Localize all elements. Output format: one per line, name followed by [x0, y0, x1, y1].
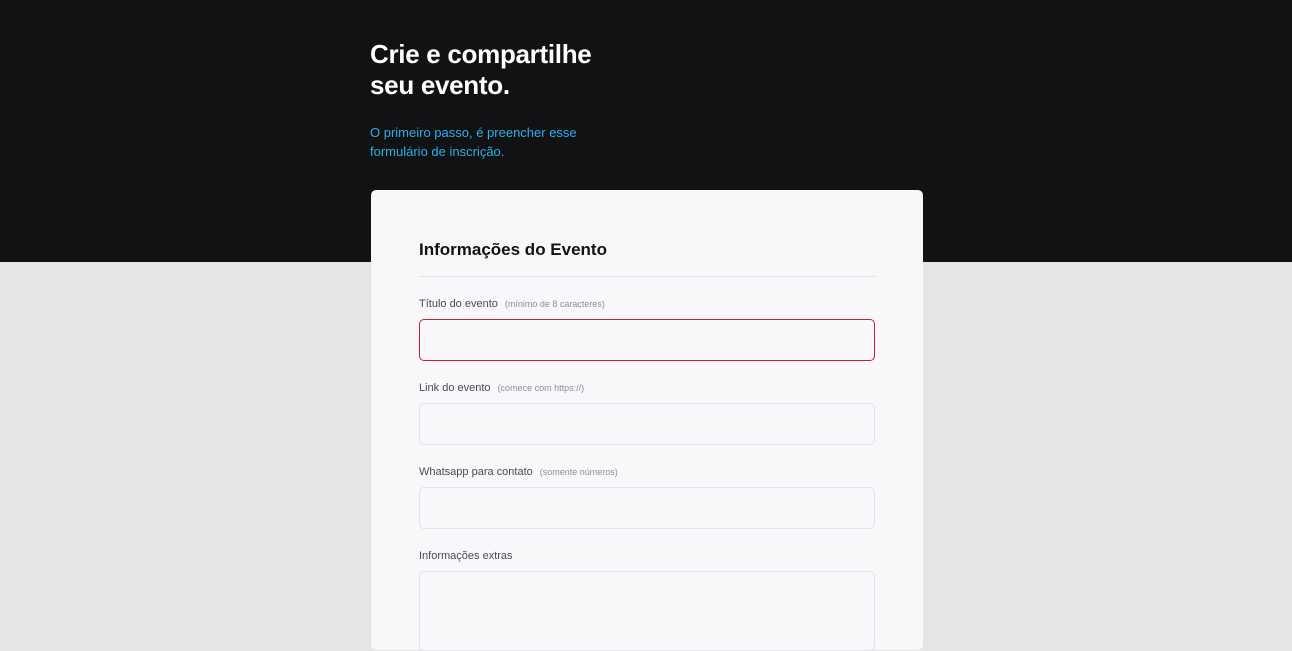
event-form-card: Informações do Evento Título do evento (m… [371, 190, 923, 651]
extra-info-label: Informações extras [419, 549, 513, 563]
hero-subtitle-line1: O primeiro passo, é preencher esse [370, 125, 577, 140]
whatsapp-label: Whatsapp para contato (somente números) [419, 465, 618, 479]
hero-title-line2: seu evento. [370, 70, 510, 100]
hero-subtitle-line2: formulário de inscrição. [370, 144, 505, 159]
event-link-input[interactable] [419, 403, 875, 445]
hero-subtitle: O primeiro passo, é preencher esse formu… [370, 123, 600, 161]
event-title-input[interactable] [419, 319, 875, 361]
event-title-label-text: Título do evento [419, 298, 498, 310]
whatsapp-label-text: Whatsapp para contato [419, 466, 533, 478]
whatsapp-input[interactable] [419, 487, 875, 529]
hero-title-line1: Crie e compartilhe [370, 39, 592, 69]
event-link-label: Link do evento (comece com https://) [419, 381, 584, 395]
event-title-hint: (mínimo de 8 caracteres) [504, 299, 605, 309]
event-link-hint: (comece com https://) [497, 383, 585, 393]
form-title: Informações do Evento [419, 240, 607, 259]
whatsapp-hint: (somente números) [539, 467, 618, 477]
event-title-label: Título do evento (mínimo de 8 caracteres) [419, 297, 605, 311]
event-link-label-text: Link do evento [419, 382, 491, 394]
extra-info-label-text: Informações extras [419, 550, 513, 562]
form-divider [419, 276, 875, 277]
extra-info-textarea[interactable] [419, 571, 875, 651]
hero-title: Crie e compartilhe seu evento. [370, 39, 690, 101]
